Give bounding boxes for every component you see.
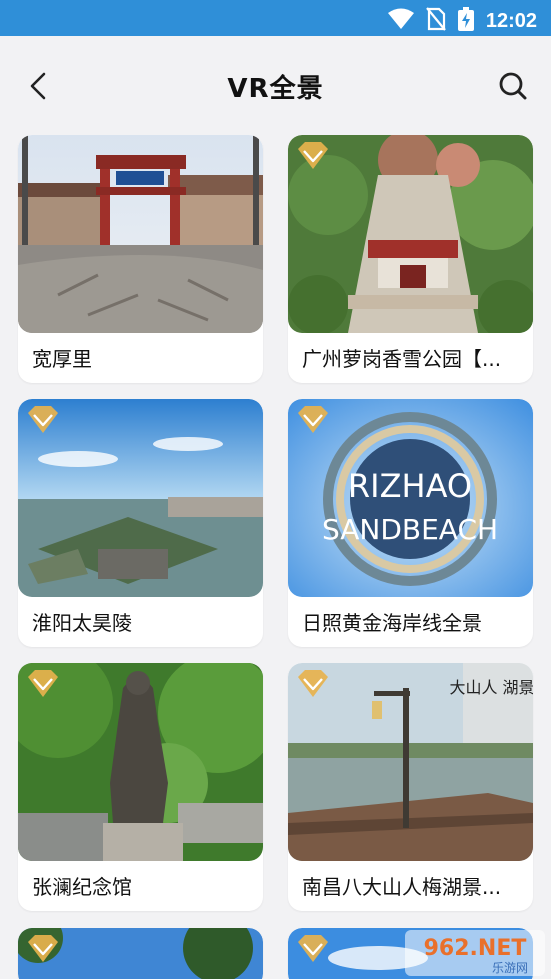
premium-badge-icon xyxy=(298,935,328,962)
premium-badge-icon xyxy=(298,142,328,169)
premium-badge-icon xyxy=(298,670,328,697)
card-title: 南昌八大山人梅湖景... xyxy=(302,875,502,899)
card-title: 张澜纪念馆 xyxy=(32,875,132,899)
watermark-text: 962.NET xyxy=(424,936,527,961)
watermark-logo: 962.NET 乐游网 xyxy=(405,930,545,976)
premium-badge-icon xyxy=(28,406,58,433)
image-text: 大山人 湖景区 xyxy=(449,678,533,697)
image-text-line-2: SANDBEACH xyxy=(322,513,498,546)
watermark-subtext: 乐游网 xyxy=(492,961,528,975)
premium-badge-icon xyxy=(28,670,58,697)
panorama-grid: 宽厚里 广州萝岗香雪公园【... 淮阳太昊陵 RIZHAO SANDBEACH … xyxy=(0,0,551,979)
premium-badge-icon xyxy=(28,935,58,962)
card-title: 淮阳太昊陵 xyxy=(32,611,132,635)
panorama-card[interactable]: 大山人 湖景区 南昌八大山人梅湖景... xyxy=(288,663,533,911)
panorama-card[interactable]: RIZHAO SANDBEACH 日照黄金海岸线全景 xyxy=(288,399,533,647)
card-title: 广州萝岗香雪公园【... xyxy=(302,347,502,371)
card-title: 宽厚里 xyxy=(32,347,92,371)
panorama-card[interactable]: 宽厚里 xyxy=(18,135,263,383)
image-text-line-1: RIZHAO xyxy=(348,467,472,505)
premium-badge-icon xyxy=(298,406,328,433)
panorama-card[interactable]: 张澜纪念馆 xyxy=(18,663,263,911)
panorama-card[interactable]: 广州萝岗香雪公园【... xyxy=(288,135,533,383)
card-thumbnail xyxy=(18,135,263,333)
panorama-card[interactable] xyxy=(18,928,263,979)
panorama-card[interactable]: 淮阳太昊陵 xyxy=(18,399,263,647)
card-title: 日照黄金海岸线全景 xyxy=(302,611,482,635)
